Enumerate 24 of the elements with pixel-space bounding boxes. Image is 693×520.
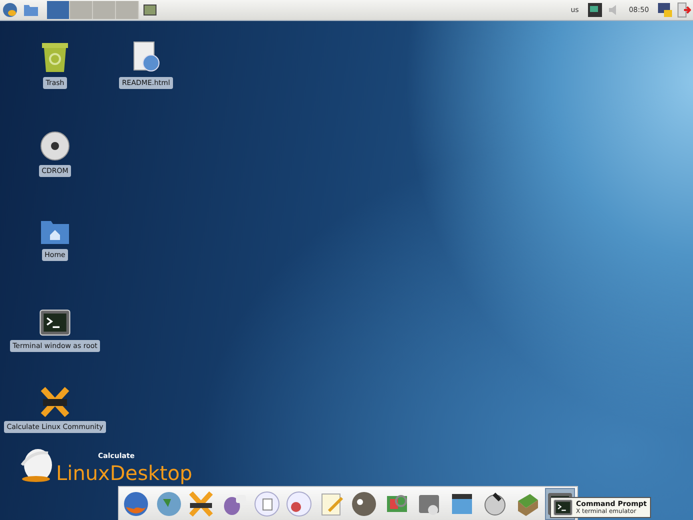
- globe-icon: [156, 490, 182, 516]
- workspace-switcher-cell[interactable]: [47, 1, 70, 19]
- trash-icon: [40, 41, 70, 73]
- notepad-pencil-icon: [318, 490, 345, 516]
- disc-icon: [40, 131, 70, 161]
- network-icon[interactable]: [586, 2, 603, 18]
- workspace-switcher-cell[interactable]: [116, 1, 139, 19]
- disc-drawing-icon: [482, 490, 508, 516]
- presentation-icon: [286, 490, 312, 516]
- image-icon[interactable]: [143, 4, 157, 16]
- home-folder-icon: [40, 219, 70, 245]
- folder-icon[interactable]: [23, 3, 39, 17]
- terminal-icon: [39, 309, 71, 336]
- document-icon: [254, 490, 280, 516]
- x-chat-icon: [39, 387, 71, 417]
- lock-screen-icon[interactable]: [657, 2, 673, 18]
- gimp-mascot-icon: [351, 490, 378, 516]
- logout-icon[interactable]: [677, 2, 691, 18]
- workspace-switcher-cell[interactable]: [70, 1, 93, 19]
- logo-wordmark: LinuxDesktop: [56, 463, 192, 483]
- x-chat-icon: [188, 490, 214, 516]
- globe-fox-icon: [123, 490, 150, 516]
- web-document-icon: [131, 41, 161, 73]
- workspace-switcher-cell[interactable]: [93, 1, 116, 19]
